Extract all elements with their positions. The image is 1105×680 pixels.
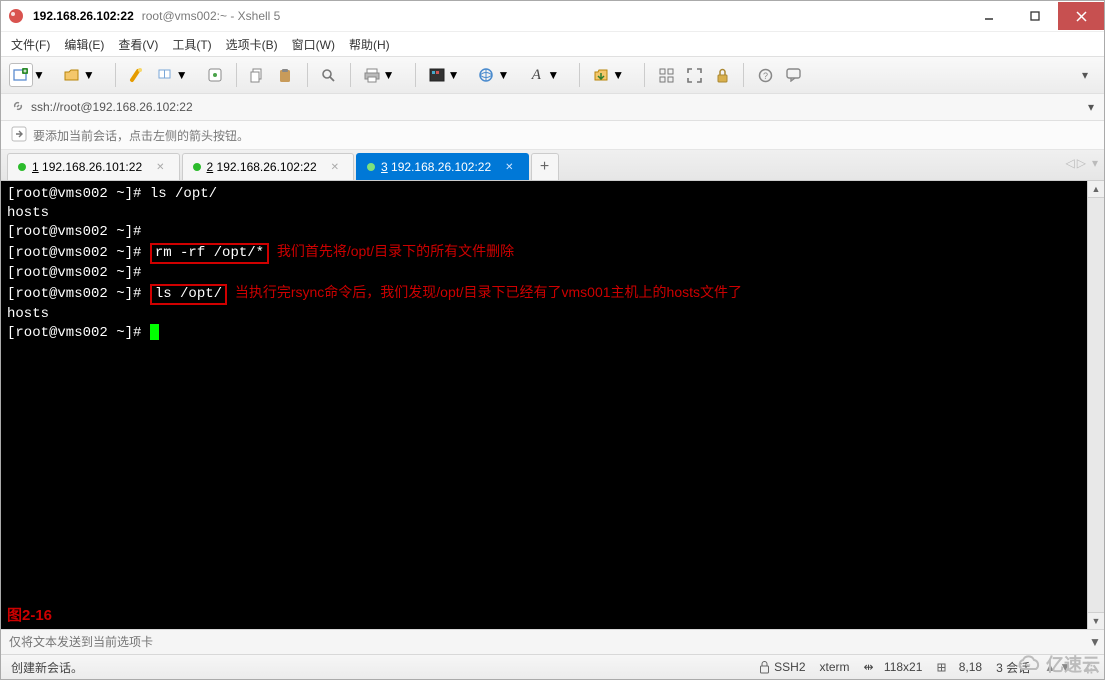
send-mode-dropdown[interactable]: ▼ bbox=[1086, 635, 1104, 649]
app-window: 192.168.26.102:22 root@vms002:~ - Xshell… bbox=[0, 0, 1105, 680]
window-controls bbox=[966, 2, 1104, 30]
address-text: ssh://root@192.168.26.102:22 bbox=[31, 100, 193, 114]
app-icon bbox=[7, 7, 25, 25]
status-grip-icon[interactable]: ⣿ bbox=[1085, 660, 1094, 674]
menu-view[interactable]: 查看(V) bbox=[118, 36, 158, 53]
feedback-button[interactable] bbox=[782, 64, 804, 86]
properties-button[interactable] bbox=[204, 64, 226, 86]
menu-tabs[interactable]: 选项卡(B) bbox=[226, 36, 278, 53]
status-size: ⇹ 118x21 bbox=[864, 660, 923, 674]
search-button[interactable] bbox=[318, 64, 340, 86]
send-input[interactable] bbox=[1, 635, 1086, 649]
address-bar[interactable]: ssh://root@192.168.26.102:22 ▾ bbox=[1, 94, 1104, 121]
status-term: xterm bbox=[820, 660, 850, 674]
tab-nav[interactable]: ◁▷▾ bbox=[1066, 156, 1099, 170]
lock-button[interactable] bbox=[711, 64, 733, 86]
window-title-main: 192.168.26.102:22 bbox=[33, 9, 134, 23]
tab-close-icon[interactable]: ✕ bbox=[156, 162, 164, 173]
status-cursor-pos: 8,18 bbox=[936, 660, 982, 674]
font-button[interactable]: A bbox=[525, 64, 547, 86]
tab-close-icon[interactable]: ✕ bbox=[505, 162, 513, 173]
menu-window[interactable]: 窗口(W) bbox=[292, 36, 335, 53]
layout-button[interactable] bbox=[655, 64, 677, 86]
menu-help[interactable]: 帮助(H) bbox=[349, 36, 390, 53]
minimize-button[interactable] bbox=[966, 2, 1012, 30]
scroll-down-icon[interactable]: ▼ bbox=[1088, 612, 1104, 629]
address-overflow[interactable]: ▾ bbox=[1088, 100, 1094, 114]
status-dot-icon bbox=[18, 163, 26, 171]
menu-tools[interactable]: 工具(T) bbox=[172, 36, 211, 53]
menu-file[interactable]: 文件(F) bbox=[11, 36, 50, 53]
hint-arrow-icon[interactable] bbox=[11, 126, 27, 145]
disconnect-button[interactable] bbox=[154, 64, 176, 86]
send-to-bar: ▼ bbox=[1, 629, 1104, 654]
terminal-scrollbar[interactable]: ▲ ▼ bbox=[1087, 181, 1104, 629]
hint-text: 要添加当前会话，点击左侧的箭头按钮。 bbox=[33, 127, 249, 144]
toolbar-overflow[interactable]: ▾ bbox=[1074, 64, 1096, 86]
tab-strip: 1 192.168.26.101:22 ✕ 2 192.168.26.102:2… bbox=[1, 150, 1104, 181]
session-tab-1[interactable]: 1 192.168.26.101:22 ✕ bbox=[7, 153, 180, 180]
encoding-button[interactable] bbox=[475, 64, 497, 86]
transfer-button[interactable] bbox=[590, 64, 612, 86]
new-tab-button[interactable]: + bbox=[531, 153, 559, 180]
tab-label: 3 192.168.26.102:22 bbox=[381, 160, 491, 174]
status-dot-icon bbox=[193, 163, 201, 171]
session-tab-2[interactable]: 2 192.168.26.102:22 ✕ bbox=[182, 153, 355, 180]
toolbar: ▼ ▼ ▼ ▼ ▼ ▼ A▼ ▼ ? ▾ bbox=[1, 56, 1104, 94]
terminal-area: [root@vms002 ~]# ls /opt/ hosts [root@vm… bbox=[1, 181, 1104, 629]
scroll-up-icon[interactable]: ▲ bbox=[1088, 181, 1104, 198]
status-message: 创建新会话。 bbox=[11, 659, 83, 676]
window-title-sub: root@vms002:~ - Xshell 5 bbox=[142, 9, 281, 23]
tab-label: 2 192.168.26.102:22 bbox=[207, 160, 317, 174]
help-button[interactable]: ? bbox=[754, 64, 776, 86]
terminal[interactable]: [root@vms002 ~]# ls /opt/ hosts [root@vm… bbox=[1, 181, 1087, 629]
paste-button[interactable] bbox=[275, 64, 297, 86]
open-button[interactable] bbox=[61, 64, 83, 86]
status-ssh: SSH2 bbox=[759, 660, 805, 674]
tab-label: 1 192.168.26.101:22 bbox=[32, 160, 142, 174]
status-updown-icon[interactable]: ▲ ▼ bbox=[1044, 660, 1071, 674]
print-button[interactable] bbox=[361, 64, 383, 86]
maximize-button[interactable] bbox=[1012, 2, 1058, 30]
fullscreen-button[interactable] bbox=[683, 64, 705, 86]
svg-text:?: ? bbox=[763, 71, 768, 81]
color-scheme-button[interactable] bbox=[426, 64, 448, 86]
close-button[interactable] bbox=[1058, 2, 1104, 30]
status-dot-icon bbox=[367, 163, 375, 171]
copy-button[interactable] bbox=[247, 64, 269, 86]
title-bar[interactable]: 192.168.26.102:22 root@vms002:~ - Xshell… bbox=[1, 1, 1104, 31]
reconnect-button[interactable] bbox=[126, 64, 148, 86]
tab-close-icon[interactable]: ✕ bbox=[331, 162, 339, 173]
menu-edit[interactable]: 编辑(E) bbox=[64, 36, 104, 53]
status-bar: 创建新会话。 SSH2 xterm ⇹ 118x21 8,18 3 会话 ▲ ▼… bbox=[1, 654, 1104, 679]
menu-bar: 文件(F) 编辑(E) 查看(V) 工具(T) 选项卡(B) 窗口(W) 帮助(… bbox=[1, 31, 1104, 56]
session-tab-3[interactable]: 3 192.168.26.102:22 ✕ bbox=[356, 153, 529, 180]
status-sessions: 3 会话 bbox=[996, 659, 1030, 676]
hint-bar: 要添加当前会话，点击左侧的箭头按钮。 bbox=[1, 121, 1104, 150]
figure-label: 图2-16 bbox=[7, 604, 52, 625]
lock-icon bbox=[759, 661, 770, 674]
link-icon bbox=[11, 99, 25, 116]
new-session-button[interactable] bbox=[9, 63, 33, 87]
